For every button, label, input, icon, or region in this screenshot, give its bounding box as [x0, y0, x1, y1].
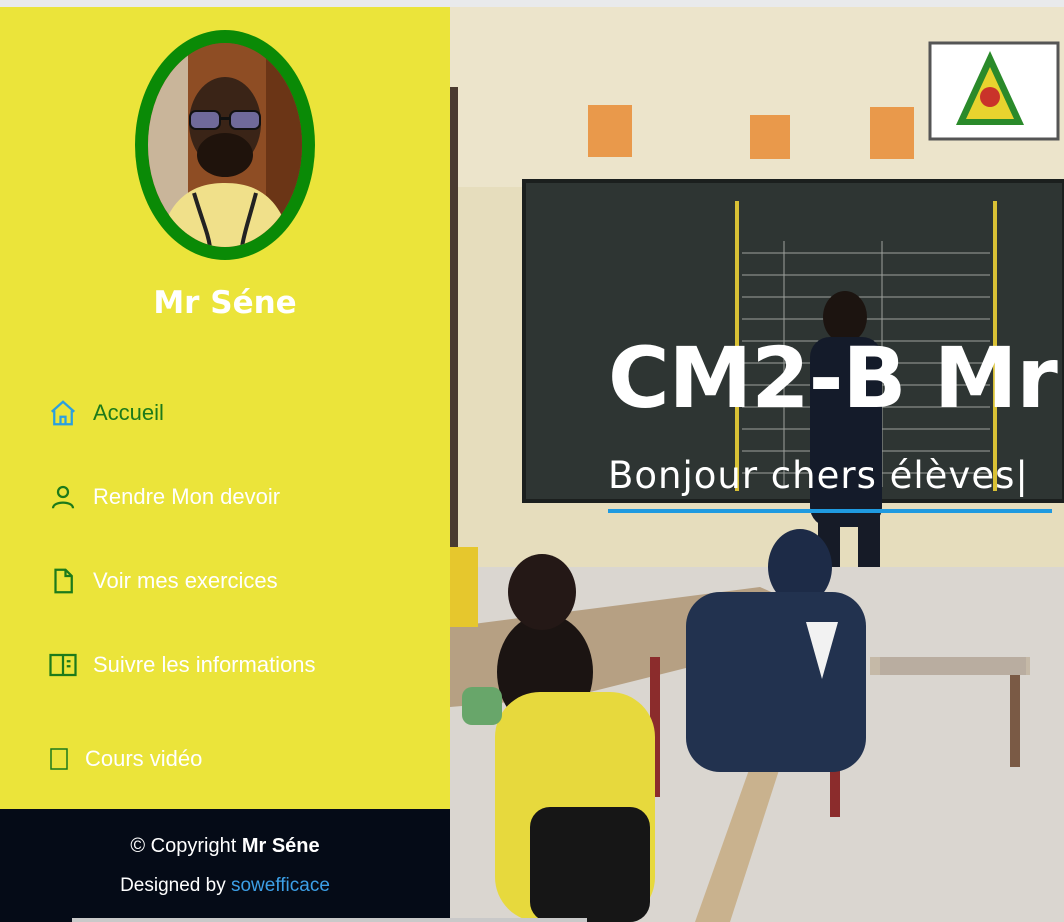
user-icon: [48, 482, 78, 512]
designed-prefix: Designed by: [120, 875, 226, 896]
home-icon: [48, 398, 78, 428]
hero-title: CM2-B Mr: [608, 329, 1058, 427]
nav-item-rendre-devoir[interactable]: Rendre Mon devoir: [48, 477, 280, 517]
nav-label-rendre-devoir: Rendre Mon devoir: [93, 484, 281, 509]
nav-item-exercices[interactable]: Voir mes exercices: [48, 561, 278, 601]
horizontal-scrollbar[interactable]: [72, 918, 587, 922]
sidebar-footer: © Copyright Mr Séne Designed by soweffic…: [0, 809, 450, 922]
designer-link[interactable]: sowefficace: [231, 875, 330, 896]
hero-underline: [608, 509, 1052, 513]
file-icon: [48, 566, 78, 596]
sidebar: Mr Séne Accueil Rendre Mon devoir Voir m…: [0, 7, 450, 922]
copyright-text: © Copyright Mr Séne: [0, 835, 450, 858]
teacher-photo: [148, 43, 302, 247]
nav-label-cours-video: Cours vidéo: [85, 746, 203, 771]
hero-section: CM2-B Mr Bonjour chers élèves|: [450, 7, 1064, 922]
avatar: [135, 30, 315, 260]
nav-label-accueil: Accueil: [93, 400, 164, 425]
profile-photo-illustration: [148, 43, 302, 247]
hero-subtitle: Bonjour chers élèves|: [608, 454, 1029, 497]
book-open-icon: [48, 650, 78, 680]
nav-item-accueil[interactable]: Accueil: [48, 393, 164, 433]
designed-by-text: Designed by sowefficace: [0, 875, 450, 897]
video-icon: [48, 744, 70, 774]
nav-label-informations: Suivre les informations: [93, 652, 316, 677]
profile-name: Mr Séne: [153, 285, 297, 321]
nav-item-informations[interactable]: Suivre les informations: [48, 645, 316, 685]
nav-item-cours-video[interactable]: Cours vidéo: [48, 739, 202, 779]
nav-label-exercices: Voir mes exercices: [93, 568, 278, 593]
copyright-prefix: © Copyright: [130, 835, 237, 857]
copyright-name: Mr Séne: [241, 835, 320, 857]
